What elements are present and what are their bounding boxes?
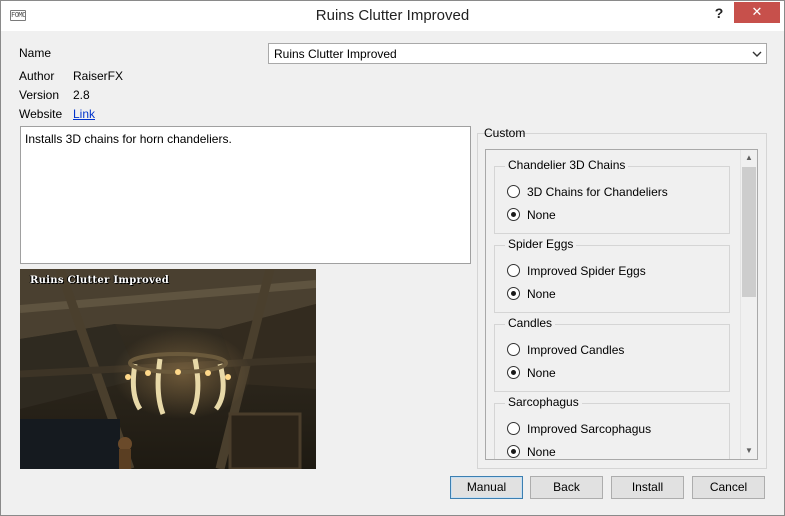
option-improved-spider-eggs[interactable]: Improved Spider Eggs bbox=[507, 263, 717, 279]
scroll-up-arrow-icon[interactable]: ▲ bbox=[741, 150, 757, 166]
preview-image: Ruins Clutter Improved bbox=[20, 269, 316, 469]
option-label: Improved Sarcophagus bbox=[527, 422, 652, 436]
radio-button[interactable] bbox=[507, 445, 520, 458]
install-button[interactable]: Install bbox=[611, 476, 684, 499]
group-title: Spider Eggs bbox=[505, 237, 577, 251]
vertical-scrollbar[interactable]: ▲ ▼ bbox=[740, 150, 757, 459]
name-dropdown-value: Ruins Clutter Improved bbox=[274, 47, 397, 61]
scrollbar-thumb[interactable] bbox=[742, 167, 756, 297]
preview-overlay-title: Ruins Clutter Improved bbox=[30, 275, 170, 286]
group-sarcophagus: Sarcophagus Improved Sarcophagus None bbox=[494, 395, 730, 459]
radio-button[interactable] bbox=[507, 422, 520, 435]
group-title: Candles bbox=[505, 316, 556, 330]
description-box[interactable]: Installs 3D chains for horn chandeliers. bbox=[20, 126, 471, 264]
option-none[interactable]: None bbox=[507, 365, 717, 381]
help-button[interactable]: ? bbox=[707, 4, 731, 24]
name-dropdown[interactable]: Ruins Clutter Improved bbox=[268, 43, 767, 64]
option-label: 3D Chains for Chandeliers bbox=[527, 185, 668, 199]
installer-window: FOMOD Ruins Clutter Improved ? ✕ Name Ru… bbox=[0, 0, 785, 516]
option-3d-chains-for-chandeliers[interactable]: 3D Chains for Chandeliers bbox=[507, 184, 717, 200]
title-bar[interactable]: FOMOD Ruins Clutter Improved ? ✕ bbox=[1, 1, 784, 31]
back-button[interactable]: Back bbox=[530, 476, 603, 499]
radio-button[interactable] bbox=[507, 366, 520, 379]
chevron-down-icon bbox=[752, 51, 762, 57]
website-label: Website bbox=[19, 107, 63, 121]
option-none[interactable]: None bbox=[507, 444, 717, 459]
version-value: 2.8 bbox=[73, 88, 90, 102]
option-label: None bbox=[527, 287, 556, 301]
author-value: RaiserFX bbox=[73, 69, 124, 83]
group-title: Sarcophagus bbox=[505, 395, 582, 409]
group-spider-eggs: Spider Eggs Improved Spider Eggs None bbox=[494, 237, 730, 313]
option-label: None bbox=[527, 208, 556, 222]
group-candles: Candles Improved Candles None bbox=[494, 316, 730, 392]
window-title: Ruins Clutter Improved bbox=[315, 7, 470, 24]
options-scroll-panel[interactable]: Chandelier 3D Chains 3D Chains for Chand… bbox=[485, 149, 758, 460]
version-label: Version bbox=[19, 88, 60, 102]
radio-button[interactable] bbox=[507, 208, 520, 221]
option-none[interactable]: None bbox=[507, 286, 717, 302]
website-link[interactable]: Link bbox=[73, 107, 95, 121]
option-label: None bbox=[527, 366, 556, 380]
group-title: Chandelier 3D Chains bbox=[505, 158, 629, 172]
name-label: Name bbox=[19, 46, 52, 60]
radio-button[interactable] bbox=[507, 343, 520, 356]
option-label: None bbox=[527, 445, 556, 459]
manual-button[interactable]: Manual bbox=[450, 476, 523, 499]
option-label: Improved Spider Eggs bbox=[527, 264, 646, 278]
radio-button[interactable] bbox=[507, 264, 520, 277]
radio-button[interactable] bbox=[507, 287, 520, 300]
close-button[interactable]: ✕ bbox=[734, 2, 780, 23]
author-label: Author bbox=[19, 69, 55, 83]
option-label: Improved Candles bbox=[527, 343, 625, 357]
radio-button[interactable] bbox=[507, 185, 520, 198]
custom-label: Custom bbox=[484, 126, 526, 140]
group-chandelier-3d-chains: Chandelier 3D Chains 3D Chains for Chand… bbox=[494, 158, 730, 234]
scroll-down-arrow-icon[interactable]: ▼ bbox=[741, 443, 757, 459]
option-none[interactable]: None bbox=[507, 207, 717, 223]
cancel-button[interactable]: Cancel bbox=[692, 476, 765, 499]
preview-scene bbox=[20, 269, 316, 469]
option-improved-sarcophagus[interactable]: Improved Sarcophagus bbox=[507, 421, 717, 437]
option-improved-candles[interactable]: Improved Candles bbox=[507, 342, 717, 358]
